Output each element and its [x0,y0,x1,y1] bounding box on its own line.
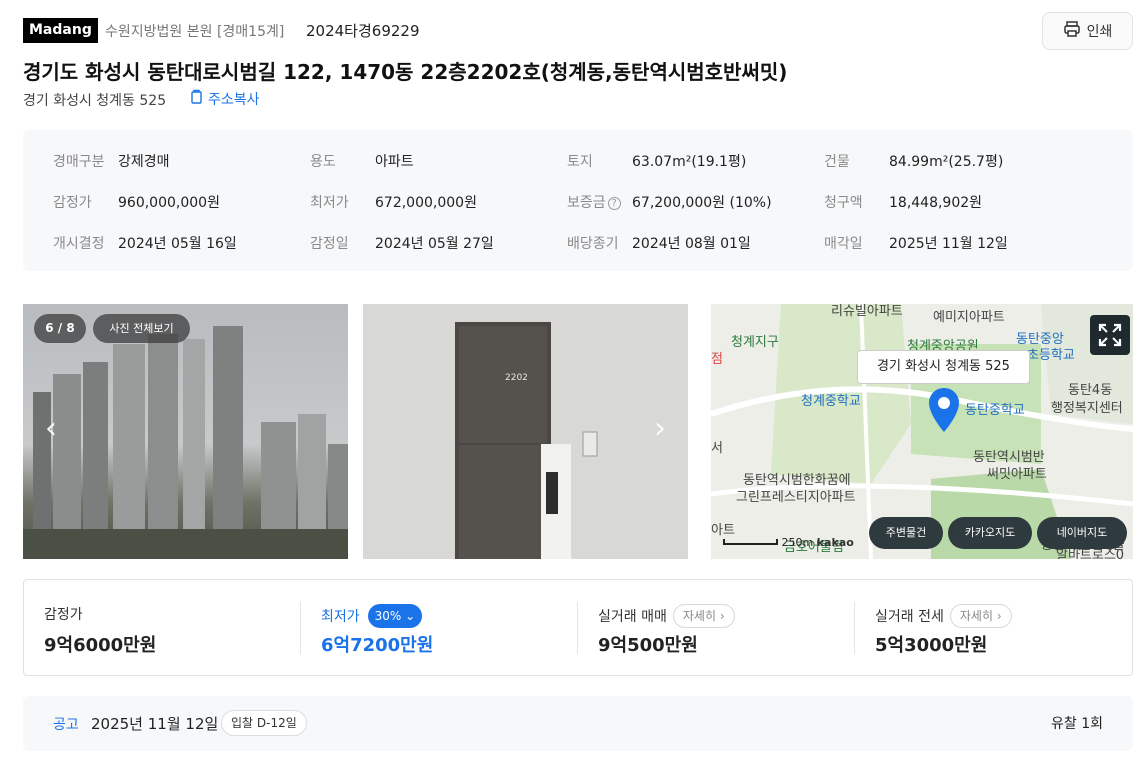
property-photo-door[interactable]: 2202 › [363,304,688,559]
price-appraisal: 감정가 9억6000만원 [44,580,294,675]
next-photo-arrow-icon[interactable]: › [654,414,666,444]
map-label-edge-1: 점 [711,352,723,367]
map-label-cheonggye-middle: 청계중학교 [801,394,861,409]
divider [854,602,855,654]
chevron-right-icon: › [719,609,725,623]
expand-map-button[interactable] [1090,315,1130,355]
header: Madang 수원지방법원 본원 [경매15계] 2024타경69229 인쇄 [23,12,1133,50]
divider [300,602,301,654]
price-summary: 감정가 9억6000만원 최저가 30% ⌄ 6억7200만원 실거래 매매 자세히… [23,579,1133,676]
price-real-rent: 실거래 전세 자세히 › 5억3000만원 [875,580,1125,675]
map-address-callout: 경기 화성시 청계동 525 [857,350,1030,384]
court-name: 수원지방법원 본원 [경매15계] [105,24,285,40]
minimum-label: 최저가 [321,609,360,625]
photo-counter: 6 / 8 [34,314,86,343]
property-photo-exterior[interactable]: 6 / 8 사진 전체보기 ‹ [23,304,348,559]
real-rent-value: 5억3000만원 [875,635,988,656]
map-label-elementary-2: 초등학교 [1027,348,1075,363]
price-real-sale: 실거래 매매 자세히 › 9억500만원 [598,580,848,675]
map-label-district: 청계지구 [731,335,779,350]
copy-icon [188,89,204,109]
real-rent-detail-button[interactable]: 자세히 › [949,604,1012,628]
nearby-properties-button[interactable]: 주변물건 [869,517,943,549]
copy-address-button[interactable]: 주소복사 [188,89,260,109]
notice-label[interactable]: 공고 [53,714,79,734]
map-scale-label: 250m [781,536,814,549]
map-label-hanwha-2: 그린프레스티지아파트 [736,490,856,505]
door-number: 2202 [505,373,528,383]
case-number: 2024타경69229 [306,22,420,40]
expand-icon [1098,323,1122,347]
map-label-hoban-2: 써밋아파트 [987,467,1047,482]
view-all-photos-button[interactable]: 사진 전체보기 [93,314,190,343]
bid-dday-badge: 입찰 D-12일 [221,710,307,736]
kakao-map-button[interactable]: 카카오지도 [948,517,1032,549]
unit-door-image [363,304,688,559]
real-sale-value: 9억500만원 [598,635,698,656]
notice-date: 2025년 11월 12일 [91,715,219,733]
kakao-map-logo: kakao [816,536,854,549]
print-button[interactable]: 인쇄 [1042,12,1133,50]
map-pin-icon [929,388,959,432]
fail-count: 유찰 1회 [1051,716,1103,732]
minimum-label-row: 최저가 30% ⌄ [321,604,423,628]
prev-photo-arrow-icon[interactable]: ‹ [45,414,57,444]
map-label-dongtan-middle: 동탄중학교 [965,403,1025,418]
chevron-down-icon: ⌄ [405,609,416,623]
copy-address-label: 주소복사 [208,92,260,108]
naver-map-button[interactable]: 네이버지도 [1037,517,1127,549]
auction-info-grid: 경매구분 강제경매 용도 아파트 토지 63.07m²(19.1평) 건물 84.99m… [23,130,1133,271]
minimum-value: 6억7200만원 [321,635,434,656]
lot-address: 경기 화성시 청계동 525 [23,93,167,109]
map-label-richville: 리슈빌아파트 [831,304,903,319]
map-label-edge-2: 서 [711,441,723,456]
map-label-office-2: 행정복지센터 [1051,401,1123,416]
price-minimum: 최저가 30% ⌄ 6억7200만원 [321,580,571,675]
property-title: 경기도 화성시 동탄대로시범길 122, 1470동 22층2202호(청계동,… [23,60,788,84]
help-icon[interactable]: ? [607,197,621,210]
real-sale-label: 실거래 매매 [598,609,667,625]
map-scale: 250m kakao [723,536,854,549]
printer-icon [1063,20,1081,42]
map-label-office: 동탄4동 [1068,383,1113,398]
map-label-yemiji: 예미지아파트 [933,310,1005,325]
print-label: 인쇄 [1086,24,1113,40]
discount-chip[interactable]: 30% ⌄ [367,604,423,628]
real-rent-label: 실거래 전세 [875,609,944,625]
divider [577,602,578,654]
appraisal-label: 감정가 [44,607,83,623]
real-sale-label-row: 실거래 매매 자세히 › [598,604,735,628]
real-sale-detail-button[interactable]: 자세히 › [672,604,735,628]
chevron-right-icon: › [996,609,1002,623]
notice-bar: 공고 2025년 11월 12일 입찰 D-12일 유찰 1회 [23,696,1133,751]
madang-logo[interactable]: Madang [23,18,98,43]
real-rent-label-row: 실거래 전세 자세히 › [875,604,1012,628]
appraisal-value: 9억6000만원 [44,635,157,656]
location-map[interactable]: 리슈빌아파트 예미지아파트 청계지구 청계중앙공원 동탄중앙 초등학교 청계중학… [711,304,1133,559]
